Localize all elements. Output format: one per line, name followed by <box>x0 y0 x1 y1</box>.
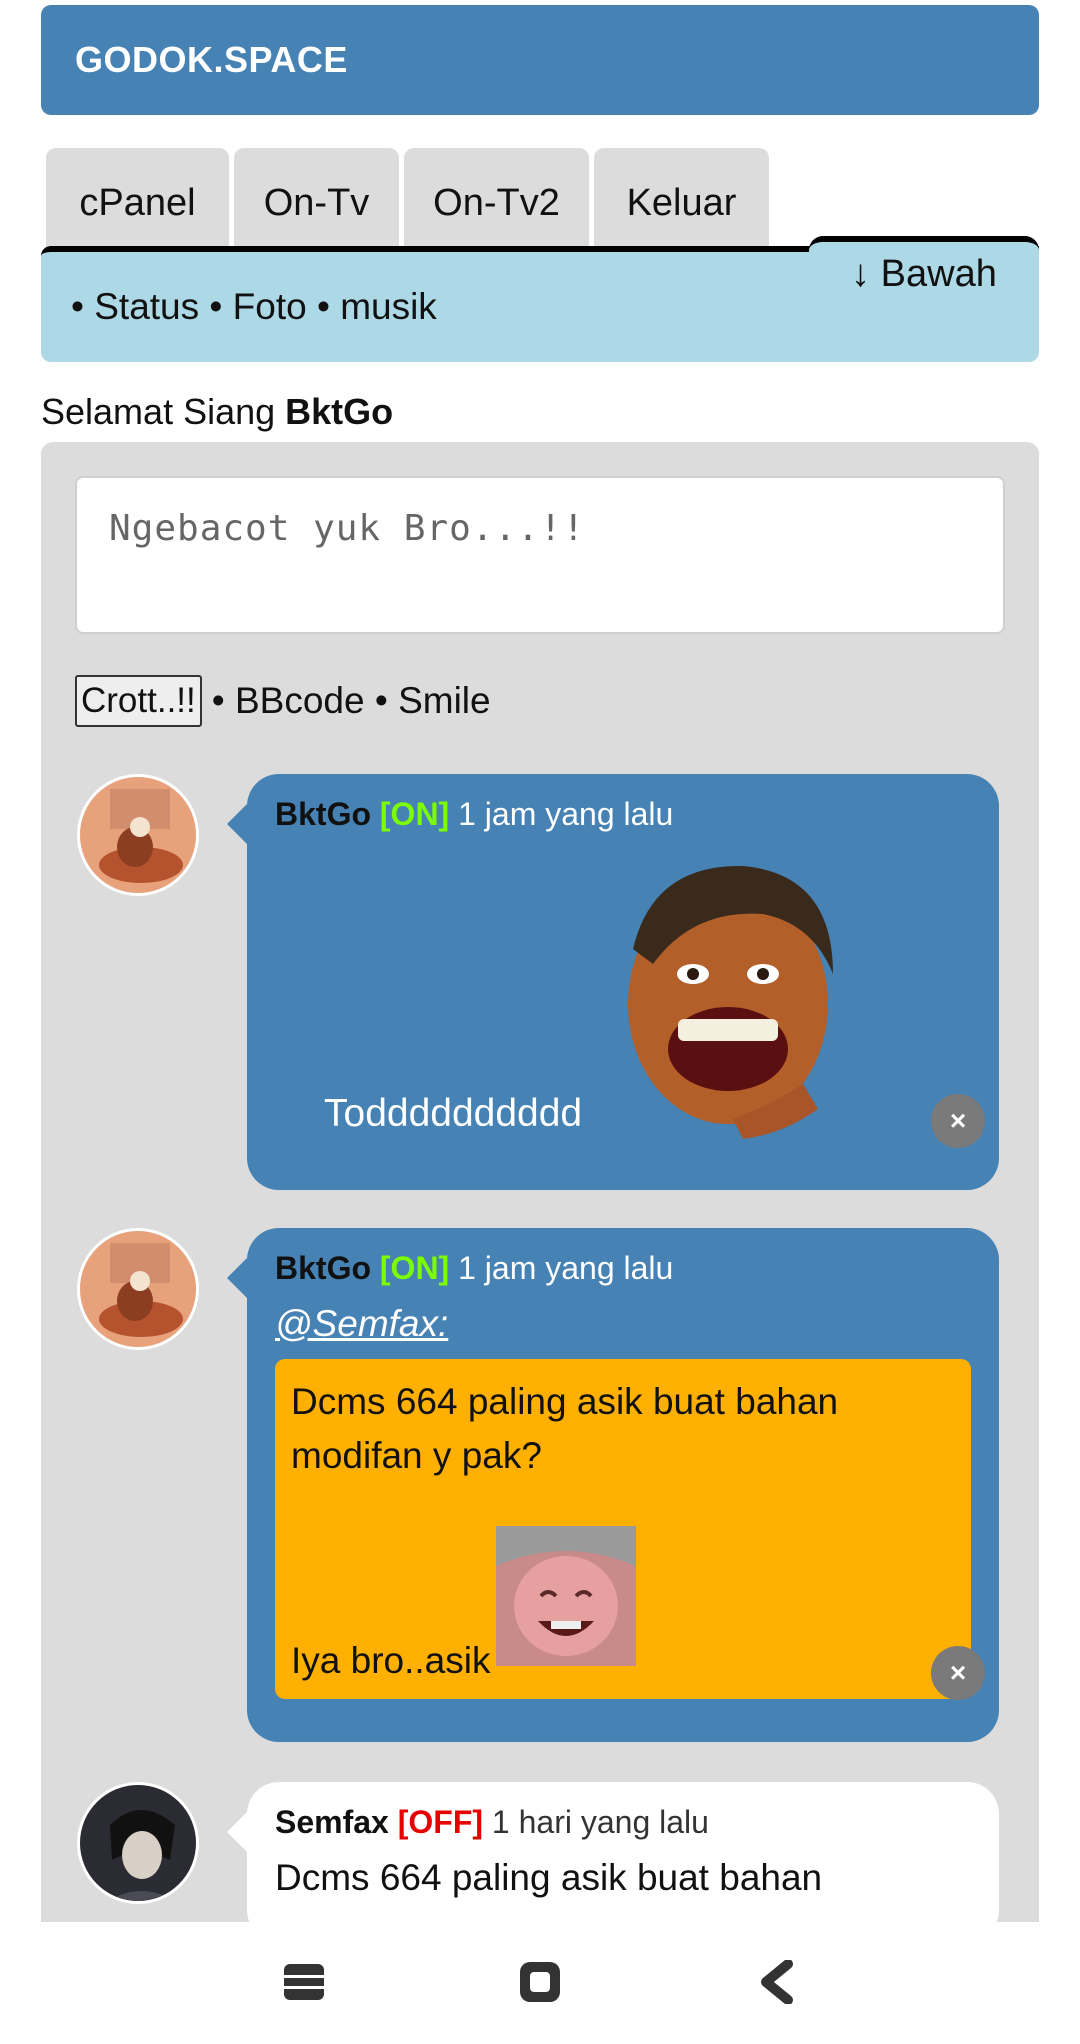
site-title[interactable]: GODOK.SPACE <box>75 39 348 81</box>
post-meta: BktGo [ON] 1 jam yang lalu <box>275 1250 971 1287</box>
post-meta: Semfax [OFF] 1 hari yang lalu <box>275 1804 971 1841</box>
post-time: 1 hari yang lalu <box>491 1804 709 1840</box>
chat-panel: Ngebacot yuk Bro...!! Crott..!! • BBcode… <box>41 442 1039 1922</box>
delete-post-button[interactable]: × <box>931 1094 985 1148</box>
post-time: 1 jam yang lalu <box>458 1250 674 1286</box>
quote-text: Dcms 664 paling asik buat bahan modifan … <box>291 1381 839 1476</box>
greeting-user[interactable]: BktGo <box>285 391 393 432</box>
system-nav-bar <box>0 1922 1080 2044</box>
message-input[interactable]: Ngebacot yuk Bro...!! <box>75 476 1005 634</box>
reply-row: Iya bro..asik <box>291 1526 637 1681</box>
sticker-image <box>593 854 858 1139</box>
tab-on-tv[interactable]: On-Tv <box>234 148 399 258</box>
post-username[interactable]: Semfax <box>275 1804 389 1840</box>
back-icon[interactable] <box>748 1952 808 2012</box>
avatar[interactable] <box>77 1782 199 1904</box>
site-header: GODOK.SPACE <box>41 5 1039 115</box>
online-status: [ON] <box>379 796 450 832</box>
greeting-text: Selamat Siang <box>41 391 286 432</box>
online-status: [ON] <box>379 1250 450 1286</box>
composer-links[interactable]: • BBcode • Smile <box>212 680 491 722</box>
avatar[interactable] <box>77 774 199 896</box>
post-time: 1 jam yang lalu <box>458 796 674 832</box>
smiley-image <box>496 1526 637 1681</box>
post-message: Todddddddddd <box>324 1092 583 1135</box>
reply-text: Iya bro..asik <box>291 1640 491 1681</box>
tab-on-tv2[interactable]: On-Tv2 <box>404 148 589 258</box>
post-bubble: Semfax [OFF] 1 hari yang lalu Dcms 664 p… <box>227 1782 999 1922</box>
quoted-message: Dcms 664 paling asik buat bahan modifan … <box>275 1359 971 1699</box>
composer-toolbar: Crott..!! • BBcode • Smile <box>75 675 491 727</box>
post-bubble: BktGo [ON] 1 jam yang lalu Todddddddddd … <box>227 774 999 1190</box>
recent-apps-icon[interactable] <box>274 1952 334 2012</box>
post-username[interactable]: BktGo <box>275 796 371 832</box>
home-icon[interactable] <box>510 1952 570 2012</box>
offline-status: [OFF] <box>397 1804 484 1840</box>
post-message: Dcms 664 paling asik buat bahan <box>275 1857 823 1898</box>
submit-button[interactable]: Crott..!! <box>75 675 202 727</box>
avatar[interactable] <box>77 1228 199 1350</box>
greeting: Selamat Siang BktGo <box>41 390 1039 434</box>
page: GODOK.SPACE cPanel On-Tv On-Tv2 Keluar ↓… <box>41 0 1039 1922</box>
tab-cpanel[interactable]: cPanel <box>46 148 229 258</box>
post-bubble: BktGo [ON] 1 jam yang lalu @Semfax: Dcms… <box>227 1228 999 1742</box>
scroll-bottom-button[interactable]: ↓ Bawah <box>809 236 1039 306</box>
subnav-links[interactable]: • Status • Foto • musik <box>71 286 437 328</box>
tab-keluar[interactable]: Keluar <box>594 148 769 258</box>
post-meta: BktGo [ON] 1 jam yang lalu <box>275 796 971 833</box>
post-username[interactable]: BktGo <box>275 1250 371 1286</box>
delete-post-button[interactable]: × <box>931 1646 985 1700</box>
mention-link[interactable]: @Semfax: <box>275 1303 971 1345</box>
